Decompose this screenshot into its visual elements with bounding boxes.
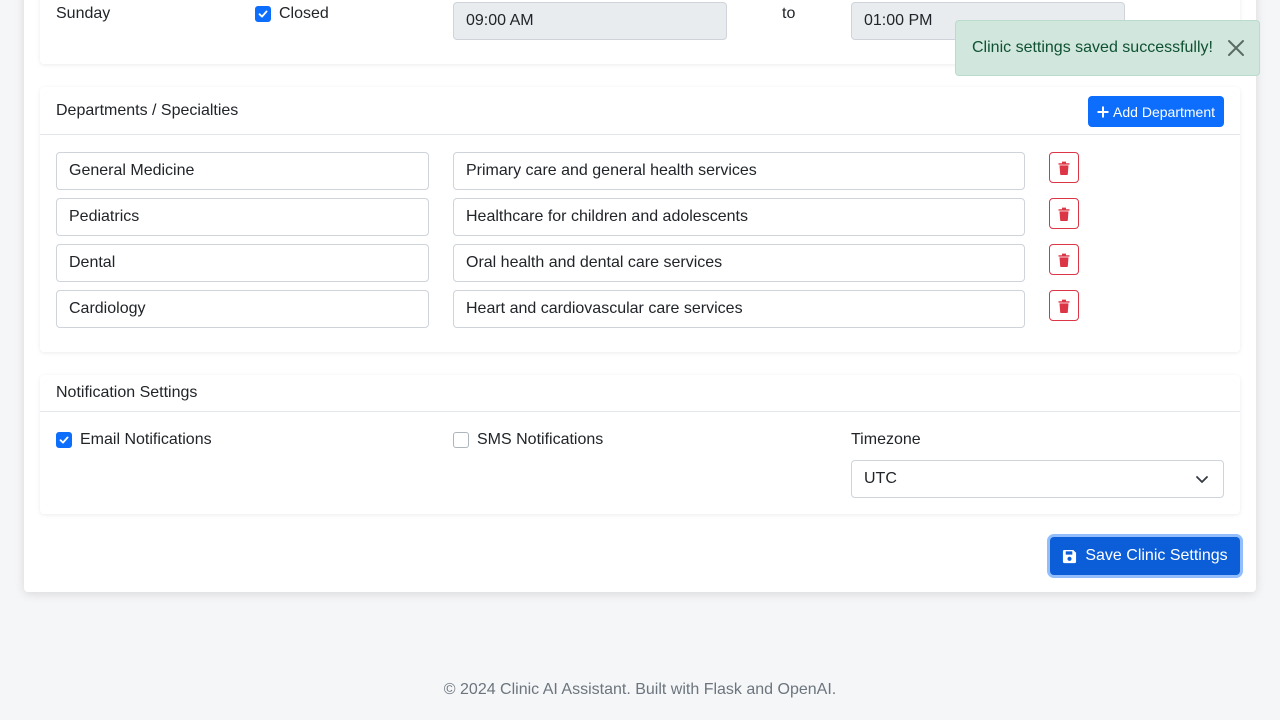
- department-description-input[interactable]: Heart and cardiovascular care services: [453, 290, 1025, 328]
- delete-department-button[interactable]: [1049, 198, 1079, 229]
- floppy-disk-icon: [1063, 549, 1077, 563]
- open-time-input[interactable]: 09:00 AM: [453, 2, 727, 40]
- department-description-input[interactable]: Oral health and dental care services: [453, 244, 1025, 282]
- delete-department-button[interactable]: [1049, 152, 1079, 183]
- department-description-input[interactable]: Healthcare for children and adolescents: [453, 198, 1025, 236]
- trash-icon: [1058, 207, 1070, 221]
- day-label: Sunday: [56, 5, 111, 22]
- notification-title: Notification Settings: [56, 384, 198, 401]
- chevron-down-icon: [1196, 476, 1208, 483]
- sms-notifications-label: SMS Notifications: [477, 431, 604, 448]
- timezone-value: UTC: [864, 470, 897, 487]
- trash-icon: [1058, 253, 1070, 267]
- check-icon: [258, 10, 268, 18]
- closed-label: Closed: [279, 5, 329, 22]
- email-notifications-checkbox[interactable]: [56, 432, 72, 448]
- footer-text: © 2024 Clinic AI Assistant. Built with F…: [443, 681, 837, 698]
- toast-message: Clinic settings saved successfully!: [972, 39, 1213, 56]
- timezone-label: Timezone: [851, 431, 921, 448]
- success-toast: Clinic settings saved successfully!: [955, 20, 1260, 76]
- delete-department-button[interactable]: [1049, 290, 1079, 321]
- departments-header: Departments / Specialties: [40, 87, 1240, 135]
- department-description-input[interactable]: Primary care and general health services: [453, 152, 1025, 190]
- department-name-input[interactable]: Dental: [56, 244, 429, 282]
- add-department-label: Add Department: [1113, 103, 1215, 120]
- check-icon: [59, 436, 69, 444]
- department-name-input[interactable]: Cardiology: [56, 290, 429, 328]
- to-label: to: [782, 5, 796, 22]
- department-name-input[interactable]: Pediatrics: [56, 198, 429, 236]
- save-button-label: Save Clinic Settings: [1085, 547, 1228, 564]
- timezone-select[interactable]: UTC: [851, 460, 1224, 498]
- save-clinic-settings-button[interactable]: Save Clinic Settings: [1050, 537, 1240, 575]
- trash-icon: [1058, 161, 1070, 175]
- delete-department-button[interactable]: [1049, 244, 1079, 275]
- department-name-input[interactable]: General Medicine: [56, 152, 429, 190]
- trash-icon: [1058, 299, 1070, 313]
- add-department-button[interactable]: Add Department: [1088, 96, 1224, 127]
- notification-header: Notification Settings: [40, 375, 1240, 412]
- closed-checkbox[interactable]: [255, 6, 271, 22]
- sms-notifications-checkbox[interactable]: [453, 432, 469, 448]
- departments-title: Departments / Specialties: [56, 101, 239, 119]
- close-icon[interactable]: [1227, 39, 1245, 57]
- plus-icon: [1097, 106, 1109, 117]
- email-notifications-label: Email Notifications: [80, 431, 212, 448]
